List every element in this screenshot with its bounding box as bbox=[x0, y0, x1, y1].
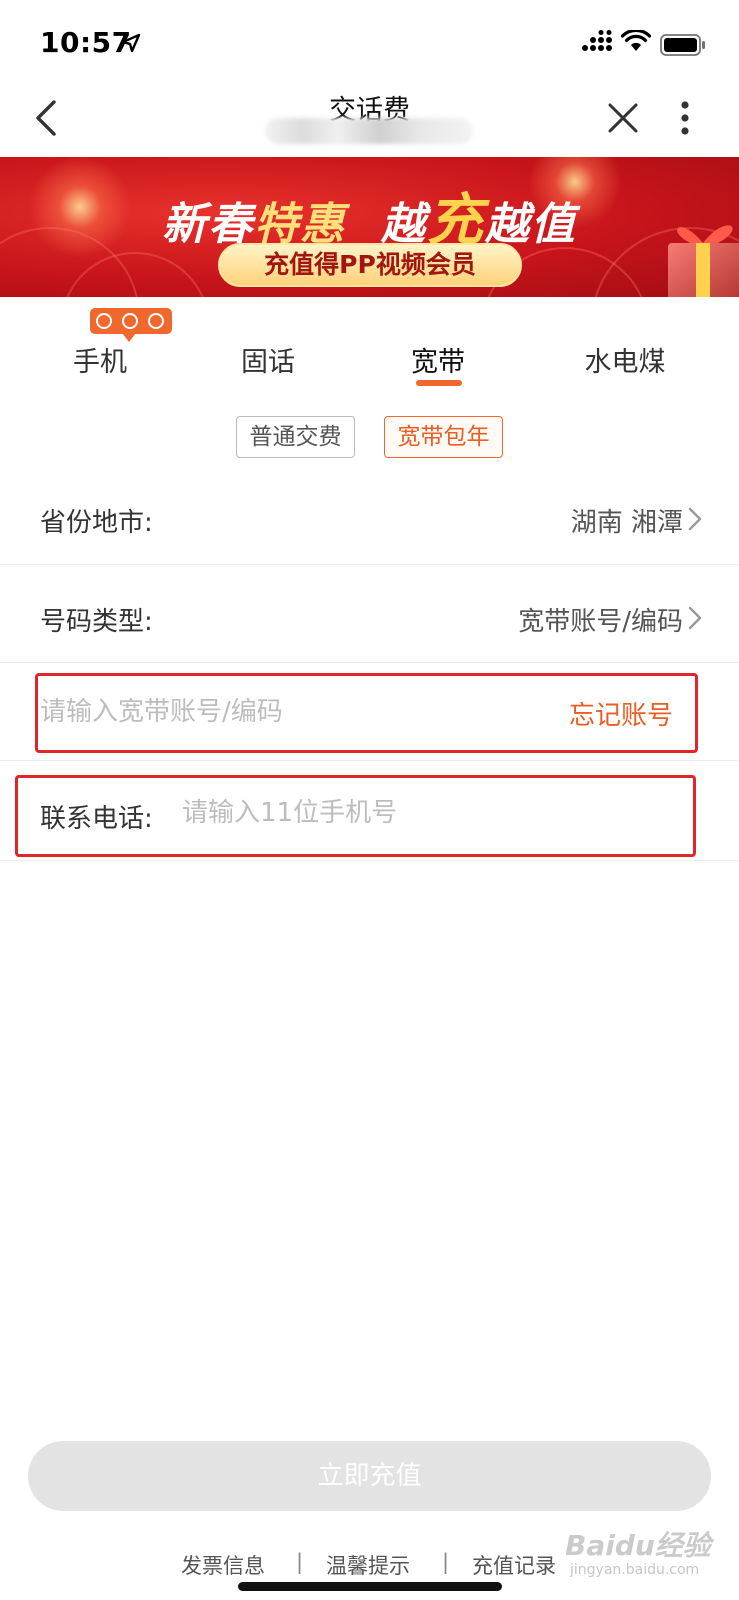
tips-link[interactable]: 温馨提示 bbox=[326, 1550, 410, 1580]
nav-bar: 交话费 bbox=[0, 88, 739, 158]
phone-number-input[interactable] bbox=[182, 793, 662, 833]
phone-label: 联系电话: bbox=[40, 804, 153, 834]
status-time: 10:57 bbox=[40, 26, 132, 59]
recharge-history-link[interactable]: 充值记录 bbox=[472, 1550, 556, 1580]
blurred-subtitle bbox=[265, 118, 473, 144]
close-icon[interactable] bbox=[603, 98, 643, 138]
location-arrow-icon bbox=[121, 33, 141, 53]
cellular-signal-icon bbox=[582, 30, 612, 51]
more-vertical-icon[interactable] bbox=[670, 96, 700, 140]
recharge-now-button[interactable]: 立即充值 bbox=[28, 1441, 711, 1511]
battery-icon bbox=[660, 34, 705, 56]
status-bar: 10:57 bbox=[0, 0, 739, 88]
number-type-row[interactable]: 号码类型: 宽带账号/编码 bbox=[0, 565, 739, 663]
phone-row: 联系电话: bbox=[0, 761, 739, 861]
chevron-right-icon bbox=[688, 606, 702, 630]
forgot-account-link[interactable]: 忘记账号 bbox=[569, 695, 673, 732]
number-type-label: 号码类型: bbox=[40, 607, 153, 637]
tab-bar: 手机 固话 宽带 水电煤 bbox=[0, 330, 739, 400]
tab-utilities[interactable]: 水电煤 bbox=[570, 340, 680, 390]
province-row[interactable]: 省份地市: 湖南 湘潭 bbox=[0, 468, 739, 565]
province-value: 湖南 湘潭 bbox=[570, 508, 683, 538]
invoice-info-link[interactable]: 发票信息 bbox=[181, 1550, 265, 1580]
watermark-url: jingyan.baidu.com bbox=[570, 1562, 700, 1578]
tab-landline[interactable]: 固话 bbox=[228, 340, 308, 390]
province-label: 省份地市: bbox=[40, 508, 153, 538]
tab-mobile[interactable]: 手机 bbox=[60, 340, 140, 390]
watermark: Baidu经验 bbox=[565, 1529, 711, 1562]
banner-pill: 充值得PP视频会员 bbox=[218, 243, 522, 287]
normal-payment-option[interactable]: 普通交费 bbox=[236, 416, 355, 458]
chevron-right-icon bbox=[688, 507, 702, 531]
yearly-package-option[interactable]: 宽带包年 bbox=[384, 416, 503, 458]
wifi-icon bbox=[621, 30, 651, 51]
home-indicator bbox=[238, 1582, 502, 1591]
china-telecom-icon bbox=[148, 313, 164, 329]
china-mobile-icon bbox=[122, 313, 138, 329]
gift-box-icon bbox=[668, 225, 739, 297]
active-tab-indicator bbox=[416, 380, 462, 386]
china-unicom-icon bbox=[96, 313, 112, 329]
account-row: 忘记账号 bbox=[0, 663, 739, 761]
footer-separator: | bbox=[296, 1550, 304, 1574]
footer-separator: | bbox=[442, 1550, 450, 1574]
number-type-value: 宽带账号/编码 bbox=[518, 607, 683, 637]
broadband-account-input[interactable] bbox=[40, 692, 520, 732]
promo-banner[interactable]: 新春特惠 越充越值 充值得PP视频会员 bbox=[0, 157, 739, 297]
